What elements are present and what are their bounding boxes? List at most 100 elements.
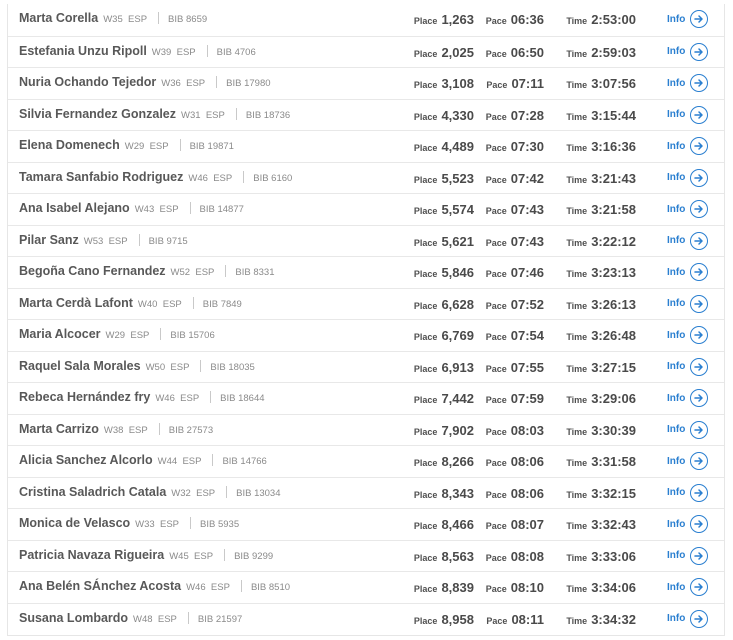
runner-name[interactable]: Cristina Saladrich Catala: [19, 485, 166, 499]
info-button[interactable]: Info: [667, 294, 709, 313]
place-label: Place: [413, 80, 438, 90]
pace-stat: Pace 07:30: [486, 138, 544, 156]
runner-name[interactable]: Susana Lombardo: [19, 611, 128, 625]
info-button[interactable]: Info: [667, 483, 709, 502]
info-button[interactable]: Info: [667, 105, 709, 124]
pace-label: Pace: [485, 16, 507, 26]
info-button[interactable]: Info: [667, 200, 709, 218]
info-button[interactable]: Info: [667, 231, 709, 250]
runner-name[interactable]: Alicia Sanchez Alcorlo: [19, 453, 153, 467]
pace-label: Pace: [485, 111, 507, 122]
info-button[interactable]: Info: [667, 420, 709, 439]
country: ESP: [170, 361, 190, 373]
time-label: Time: [566, 395, 588, 405]
time-stat: Time 3:34:32: [566, 611, 636, 629]
info-button[interactable]: Info: [667, 263, 709, 281]
time-stat: Time 3:32:43: [566, 516, 636, 534]
place-label: Place: [413, 458, 438, 468]
country: ESP: [160, 519, 180, 530]
place-value: 6,769: [441, 328, 474, 343]
country: ESP: [186, 78, 206, 89]
pace-value: 07:59: [510, 391, 544, 406]
place-value: 5,846: [441, 265, 474, 280]
divider: [243, 170, 245, 183]
arrow-right-circle-icon: [690, 74, 709, 92]
result-row: Tamara Sanfabio Rodriguez W46 ESP BIB 6160…: [8, 161, 724, 194]
place-value: 2,025: [441, 44, 474, 60]
info-button[interactable]: Info: [667, 452, 709, 470]
runner-name[interactable]: Maria Alcocer: [19, 327, 101, 341]
result-row: Begoña Cano Fernandez W52 ESP BIB 8331 Pla…: [8, 256, 724, 288]
runner-name[interactable]: Monica de Velasco: [19, 516, 130, 530]
place-value: 5,621: [441, 233, 474, 249]
runner-name[interactable]: Elena Domenech: [19, 138, 120, 152]
info-button[interactable]: Info: [667, 10, 709, 28]
bib-number: BIB 6160: [253, 172, 293, 184]
info-button[interactable]: Info: [667, 74, 709, 92]
time-stat: Time 3:34:06: [566, 579, 636, 597]
runner-name[interactable]: Nuria Ochando Tejedor: [19, 75, 156, 89]
runner-name[interactable]: Ana Belén SÁnchez Acosta: [19, 579, 181, 593]
info-button[interactable]: Info: [667, 42, 709, 61]
runner-name[interactable]: Marta Corella: [19, 11, 98, 25]
arrow-right-circle-icon: [690, 231, 709, 250]
runner-meta: W48 ESP BIB 21597: [133, 611, 242, 625]
category: W44: [157, 456, 178, 467]
time-label: Time: [566, 426, 588, 437]
bib-number: BIB 17980: [226, 78, 271, 89]
info-label: Info: [667, 424, 686, 435]
place-stat: Place 8,839: [414, 579, 474, 597]
place-value: 8,958: [441, 611, 474, 627]
runner-name[interactable]: Rebeca Hernández fry: [19, 390, 150, 404]
pace-label: Pace: [485, 426, 507, 437]
divider: [160, 328, 162, 340]
runner-name[interactable]: Marta Cerdà Lafont: [19, 296, 133, 310]
place-stat: Place 8,266: [414, 453, 474, 471]
pace-value: 07:30: [510, 139, 544, 154]
runner-meta: W29 ESP BIB 19871: [125, 139, 234, 152]
arrow-right-circle-icon: [690, 483, 709, 502]
runner-name[interactable]: Pilar Sanz: [19, 233, 79, 247]
runner-name[interactable]: Ana Isabel Alejano: [19, 201, 130, 215]
place-stat: Place 8,466: [414, 516, 474, 534]
runner-name[interactable]: Tamara Sanfabio Rodriguez: [19, 170, 183, 184]
place-label: Place: [413, 111, 438, 122]
pace-value: 08:08: [510, 548, 544, 564]
place-stat: Place 1,263: [414, 11, 474, 29]
arrow-right-circle-icon: [690, 420, 709, 439]
time-stat: Time 3:15:44: [566, 107, 636, 125]
place-label: Place: [413, 174, 438, 185]
pace-value: 07:11: [511, 76, 544, 91]
runner-meta: W46 ESP BIB 18644: [155, 391, 265, 404]
arrow-right-circle-icon: [690, 137, 709, 155]
place-stat: Place 8,343: [414, 485, 474, 503]
runner-name[interactable]: Begoña Cano Fernandez: [19, 264, 166, 278]
place-label: Place: [413, 16, 438, 26]
runner-name[interactable]: Patricia Navaza Rigueira: [19, 548, 164, 562]
runner-name[interactable]: Silvia Fernandez Gonzalez: [19, 107, 176, 121]
info-button[interactable]: Info: [667, 326, 709, 344]
runner-name[interactable]: Raquel Sala Morales: [19, 359, 141, 373]
info-button[interactable]: Info: [667, 609, 709, 628]
time-label: Time: [566, 16, 588, 26]
country: ESP: [159, 204, 179, 215]
place-stat: Place 8,958: [414, 611, 474, 629]
runner-name[interactable]: Estefania Unzu Ripoll: [19, 44, 147, 58]
place-stat: Place 5,846: [414, 264, 474, 282]
place-label: Place: [413, 521, 438, 531]
info-button[interactable]: Info: [667, 546, 709, 565]
place-value: 1,263: [441, 12, 474, 27]
place-value: 8,563: [441, 548, 474, 564]
info-button[interactable]: Info: [667, 389, 709, 407]
info-button[interactable]: Info: [667, 137, 709, 155]
pace-stat: Pace 08:10: [486, 579, 544, 597]
info-button[interactable]: Info: [667, 578, 709, 596]
info-button[interactable]: Info: [667, 168, 709, 187]
pace-stat: Pace 07:46: [486, 264, 544, 282]
place-value: 7,902: [441, 422, 474, 438]
info-button[interactable]: Info: [667, 515, 709, 533]
info-button[interactable]: Info: [667, 357, 709, 376]
runner-name[interactable]: Marta Carrizo: [19, 422, 99, 436]
time-stat: Time 3:29:06: [566, 390, 636, 408]
divider: [240, 580, 242, 592]
